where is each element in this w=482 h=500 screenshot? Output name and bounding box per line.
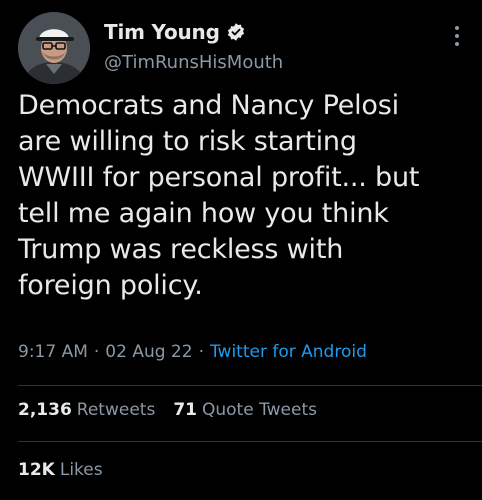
quote-tweets-label: Quote Tweets bbox=[201, 400, 317, 420]
likes-count: 12K bbox=[18, 460, 55, 480]
meta-separator: · bbox=[198, 342, 204, 362]
quote-tweets-count: 71 bbox=[173, 400, 197, 420]
retweets-stat[interactable]: 2,136 Retweets bbox=[18, 400, 155, 420]
author-name-row[interactable]: Tim Young bbox=[104, 18, 246, 46]
tweet-time[interactable]: 9:17 AM bbox=[18, 342, 88, 362]
author-handle[interactable]: @TimRunsHisMouth bbox=[104, 52, 283, 73]
engagement-stats: 2,136 Retweets 71 Quote Tweets bbox=[18, 400, 317, 420]
divider bbox=[18, 385, 482, 386]
quote-tweets-stat[interactable]: 71 Quote Tweets bbox=[173, 400, 317, 420]
tweet-source-link[interactable]: Twitter for Android bbox=[210, 342, 367, 362]
author-display-name[interactable]: Tim Young bbox=[104, 20, 220, 44]
tweet-text: Democrats and Nancy Pelosi are willing t… bbox=[18, 90, 420, 301]
tweet-card: Tim Young @TimRunsHisMouth Democrats and… bbox=[0, 0, 482, 500]
verified-badge-icon bbox=[226, 22, 246, 42]
avatar[interactable] bbox=[18, 12, 90, 84]
tweet-date[interactable]: 02 Aug 22 bbox=[105, 342, 192, 362]
retweets-count: 2,136 bbox=[18, 400, 72, 420]
more-options-icon[interactable] bbox=[454, 24, 460, 48]
meta-separator: · bbox=[93, 342, 100, 362]
avatar-image bbox=[18, 12, 90, 84]
divider bbox=[18, 441, 482, 442]
tweet-metadata: 9:17 AM · 02 Aug 22 · Twitter for Androi… bbox=[18, 342, 367, 362]
retweets-label: Retweets bbox=[76, 400, 156, 420]
likes-label: Likes bbox=[59, 460, 103, 480]
likes-stat[interactable]: 12K Likes bbox=[18, 460, 103, 480]
